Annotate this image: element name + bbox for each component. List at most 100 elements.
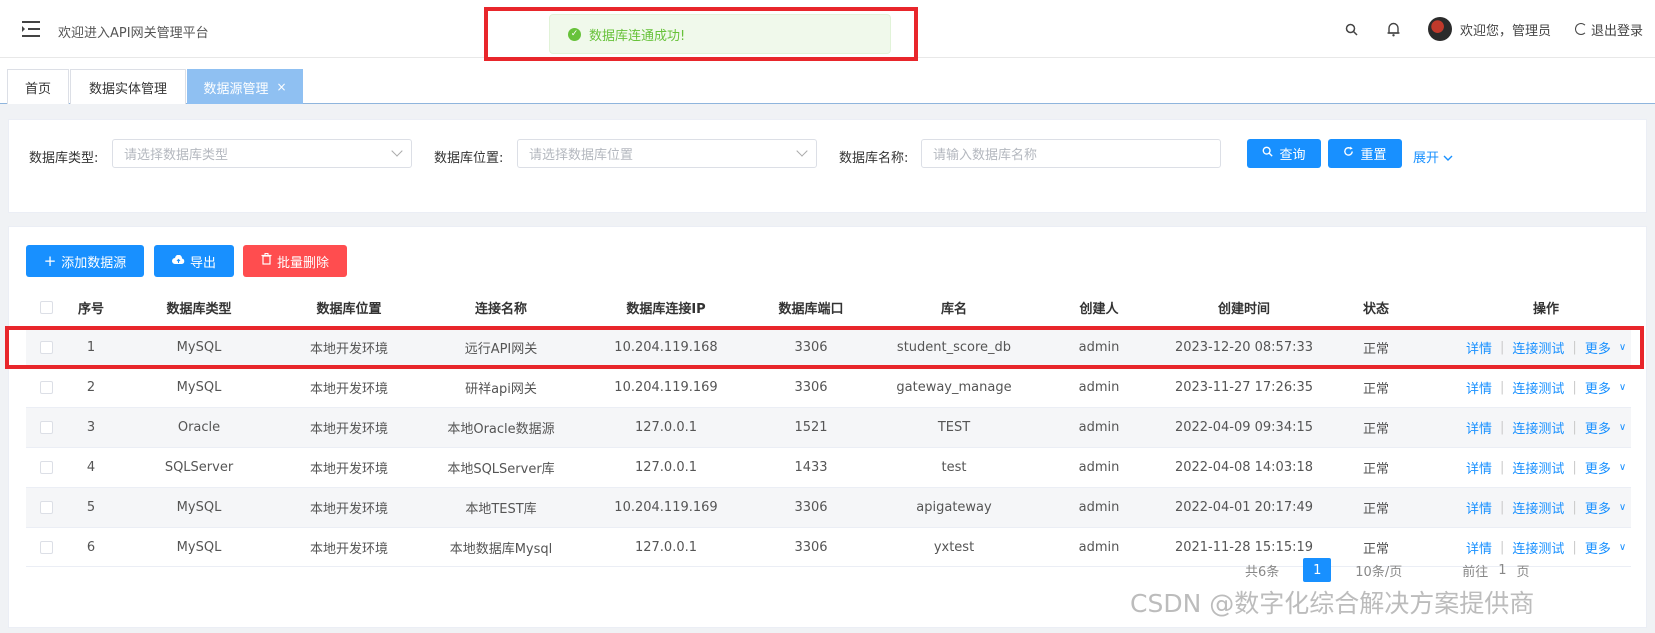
table-row[interactable]: 1 MySQL 本地开发环境 远行API网关 10.204.119.168 33… <box>26 327 1631 367</box>
logout-button[interactable]: 退出登录 <box>1574 20 1643 39</box>
chevron-down-icon[interactable]: ∨ <box>1619 502 1626 513</box>
db-type-select[interactable]: 请选择数据库类型 <box>112 139 412 168</box>
cell-created-time: 2022-04-01 20:17:49 <box>1174 500 1314 515</box>
chevron-down-icon[interactable]: ∨ <box>1619 342 1626 353</box>
detail-link[interactable]: 详情 <box>1466 498 1492 517</box>
detail-link[interactable]: 详情 <box>1466 538 1492 557</box>
row-actions: 详情 | 连接测试 | 更多 ∨ <box>1466 378 1627 397</box>
reset-button[interactable]: 重置 <box>1328 139 1402 168</box>
chevron-down-icon[interactable]: ∨ <box>1619 462 1626 473</box>
add-datasource-label: 添加数据源 <box>61 255 127 271</box>
goto-label: 前往 <box>1462 564 1489 580</box>
detail-link[interactable]: 详情 <box>1466 458 1492 477</box>
row-checkbox[interactable] <box>40 341 53 354</box>
row-checkbox[interactable] <box>40 501 53 514</box>
db-name-label: 数据库名称: <box>839 151 909 166</box>
toast-message: 数据库连通成功! <box>589 28 686 44</box>
table-row[interactable]: 2 MySQL 本地开发环境 研祥api网关 10.204.119.169 33… <box>26 367 1631 407</box>
cell-creator: admin <box>1078 500 1120 515</box>
cell-status: 正常 <box>1362 502 1389 517</box>
cell-db-type: MySQL <box>176 380 222 395</box>
query-label: 查询 <box>1279 148 1306 163</box>
cell-db-type: MySQL <box>176 340 222 355</box>
db-location-select[interactable]: 请选择数据库位置 <box>517 139 817 168</box>
tab-label: 数据实体管理 <box>88 81 167 97</box>
cell-port: 1521 <box>794 420 828 435</box>
col-header: 数据库连接IP <box>626 301 706 317</box>
query-button[interactable]: 查询 <box>1247 139 1321 168</box>
detail-link[interactable]: 详情 <box>1466 418 1492 437</box>
cell-index: 4 <box>86 460 96 475</box>
bell-icon[interactable] <box>1386 21 1402 37</box>
tab-home[interactable]: 首页 <box>7 69 69 104</box>
connection-test-link[interactable]: 连接测试 <box>1512 538 1564 557</box>
goto-page-input[interactable]: 1 <box>1498 563 1506 578</box>
export-button[interactable]: 导出 <box>154 245 234 277</box>
col-header: 创建时间 <box>1217 301 1270 317</box>
row-checkbox[interactable] <box>40 381 53 394</box>
table-row[interactable]: 4 SQLServer 本地开发环境 本地SQLServer库 127.0.0.… <box>26 447 1631 487</box>
cell-db-type: SQLServer <box>164 460 234 475</box>
row-actions: 详情 | 连接测试 | 更多 ∨ <box>1466 538 1627 557</box>
row-actions: 详情 | 连接测试 | 更多 ∨ <box>1466 498 1627 517</box>
select-all-checkbox[interactable] <box>40 300 53 314</box>
connection-test-link[interactable]: 连接测试 <box>1512 418 1564 437</box>
cell-connection-name: 研祥api网关 <box>465 382 537 397</box>
expand-label: 展开 <box>1413 151 1440 166</box>
col-header: 数据库位置 <box>316 301 382 317</box>
expand-toggle[interactable]: 展开 <box>1413 147 1453 166</box>
cell-db-type: MySQL <box>176 500 222 515</box>
row-checkbox[interactable] <box>40 540 53 554</box>
connection-test-link[interactable]: 连接测试 <box>1512 378 1564 397</box>
export-label: 导出 <box>189 255 216 271</box>
close-icon[interactable]: × <box>276 80 286 94</box>
detail-link[interactable]: 详情 <box>1466 338 1492 357</box>
more-link[interactable]: 更多 <box>1585 498 1611 517</box>
watermark: CSDN @数字化综合解决方案提供商 <box>1130 589 1535 618</box>
add-datasource-button[interactable]: + 添加数据源 <box>26 245 144 277</box>
cell-db-name: student_score_db <box>896 340 1012 355</box>
menu-toggle-icon[interactable] <box>22 20 42 38</box>
more-link[interactable]: 更多 <box>1585 378 1611 397</box>
cell-db-name: yxtest <box>933 539 975 555</box>
detail-link[interactable]: 详情 <box>1466 378 1492 397</box>
current-page[interactable]: 1 <box>1303 558 1332 582</box>
table-row[interactable]: 5 MySQL 本地开发环境 本地TEST库 10.204.119.169 33… <box>26 487 1631 527</box>
col-header: 状态 <box>1362 301 1389 317</box>
chevron-down-icon[interactable]: ∨ <box>1619 382 1626 393</box>
cell-ip: 127.0.0.1 <box>634 539 698 555</box>
search-icon <box>1262 146 1274 161</box>
more-link[interactable]: 更多 <box>1585 338 1611 357</box>
more-link[interactable]: 更多 <box>1585 538 1611 557</box>
cell-ip: 127.0.0.1 <box>634 460 698 475</box>
page-size-select[interactable]: 10条/页 <box>1355 561 1402 580</box>
db-name-input[interactable]: 请输入数据库名称 <box>921 139 1221 168</box>
tab-label: 首页 <box>24 81 51 97</box>
connection-test-link[interactable]: 连接测试 <box>1512 338 1564 357</box>
avatar[interactable] <box>1427 17 1452 41</box>
connection-test-link[interactable]: 连接测试 <box>1512 458 1564 477</box>
chevron-down-icon[interactable]: ∨ <box>1619 542 1626 553</box>
cell-index: 1 <box>86 340 96 355</box>
top-right-actions: 欢迎您，管理员 退出登录 <box>1344 0 1655 58</box>
chevron-down-icon <box>796 145 808 157</box>
top-bar: 欢迎进入API网关管理平台 ✓ 数据库连通成功! 欢迎您，管理员 退出登录 <box>0 0 1655 58</box>
more-link[interactable]: 更多 <box>1585 418 1611 437</box>
connection-test-link[interactable]: 连接测试 <box>1512 498 1564 517</box>
page-unit-label: 页 <box>1516 564 1530 580</box>
more-link[interactable]: 更多 <box>1585 458 1611 477</box>
batch-delete-button[interactable]: 批量删除 <box>243 245 347 277</box>
cell-db-location: 本地开发环境 <box>309 382 388 397</box>
tab-data-entity[interactable]: 数据实体管理 <box>70 69 186 104</box>
col-header: 数据库类型 <box>166 301 232 317</box>
cell-created-time: 2023-11-27 17:26:35 <box>1174 380 1314 395</box>
row-checkbox[interactable] <box>40 421 53 434</box>
row-checkbox[interactable] <box>40 461 53 474</box>
db-name-placeholder: 请输入数据库名称 <box>933 148 1038 163</box>
cell-db-location: 本地开发环境 <box>309 541 388 557</box>
cell-created-time: 2023-12-20 08:57:33 <box>1174 340 1314 355</box>
table-row[interactable]: 3 Oracle 本地开发环境 本地Oracle数据源 127.0.0.1 15… <box>26 407 1631 447</box>
search-icon[interactable] <box>1344 21 1360 37</box>
chevron-down-icon[interactable]: ∨ <box>1619 422 1626 433</box>
tab-data-source[interactable]: 数据源管理 × <box>187 69 303 104</box>
